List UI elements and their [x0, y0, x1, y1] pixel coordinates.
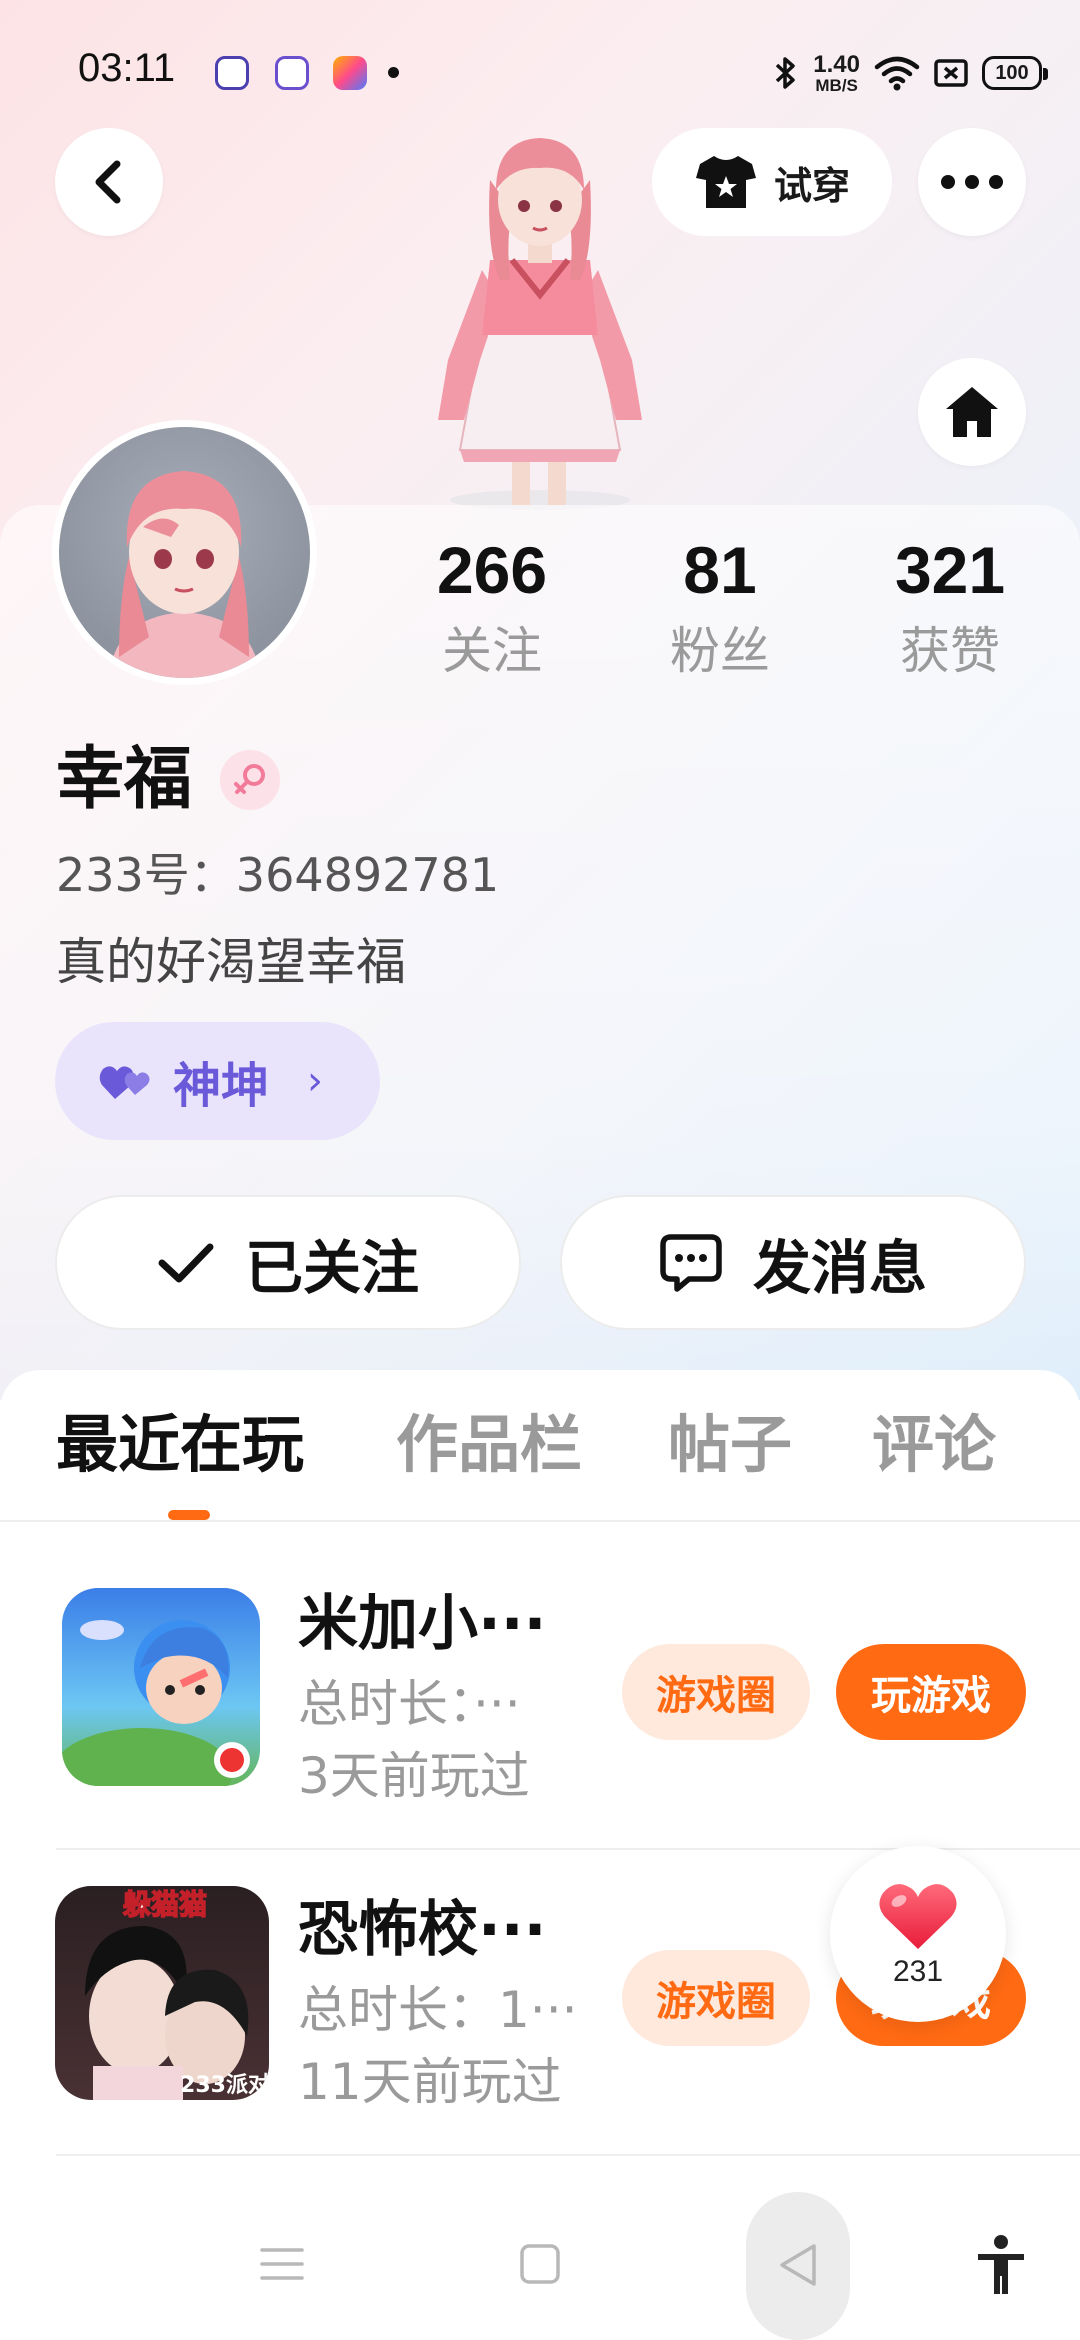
user-id: 233号：364892781 [56, 848, 500, 902]
try-on-label: 试穿 [773, 163, 850, 208]
notification-app-icon [275, 56, 309, 90]
avatar-character-figure [438, 138, 642, 510]
stat-likes[interactable]: 321 获赞 [850, 530, 1050, 686]
chat-bubble-icon [660, 1233, 722, 1292]
send-message-button[interactable]: 发消息 [560, 1195, 1026, 1330]
chevron-right-icon: › [307, 1058, 324, 1104]
home-icon [946, 387, 998, 437]
username: 幸福 [56, 740, 193, 819]
play-game-button[interactable]: 玩游戏 [836, 1644, 1026, 1740]
home-square-icon[interactable] [518, 2242, 562, 2286]
tshirt-star-icon [695, 156, 756, 208]
stat-value: 81 [683, 533, 757, 607]
like-floating-button[interactable]: 231 [830, 1846, 1006, 2022]
game-icon-caption: 233派对 [180, 2073, 269, 2098]
network-speed-unit: MB/S [815, 75, 858, 95]
game-icon-art [62, 1620, 250, 1786]
game-duration: 总时长：1··· [298, 1981, 578, 2039]
female-icon [234, 764, 265, 794]
notification-app-icon [333, 56, 367, 90]
game-circle-button[interactable]: 游戏圈 [622, 1644, 810, 1740]
game-name: 恐怖校··· [298, 1895, 547, 1965]
status-indicators: 1.40 MB/S 100 [773, 48, 1048, 98]
home-button[interactable] [918, 358, 1026, 466]
stat-label: 获赞 [900, 622, 1000, 680]
following-button[interactable]: 已关注 [55, 1195, 521, 1330]
stat-label: 关注 [442, 622, 542, 680]
relationship-tag-label: 神坤 [173, 1058, 270, 1114]
following-label: 已关注 [244, 1233, 419, 1302]
bio: 真的好渴望幸福 [56, 933, 406, 991]
tab-works[interactable]: 作品栏 [396, 1400, 582, 1490]
game-icon-art: 躲猫猫 233派对 [85, 1887, 269, 2100]
game-circle-button[interactable]: 游戏圈 [622, 1950, 810, 2046]
relationship-tag[interactable]: 神坤 › [55, 1022, 380, 1140]
divider [56, 2154, 1080, 2156]
profile-stats: 266 关注 81 粉丝 321 获赞 [0, 530, 1080, 690]
game-last-played: 11天前玩过 [298, 2053, 562, 2111]
tab-comments[interactable]: 评论 [872, 1400, 996, 1490]
game-last-played: 3天前玩过 [298, 1747, 530, 1805]
menu-icon[interactable] [258, 2244, 306, 2284]
wifi-icon [874, 56, 920, 91]
tab-posts[interactable]: 帖子 [668, 1400, 792, 1490]
like-count: 231 [892, 1955, 944, 1988]
game-duration: 总时长：··· [298, 1675, 521, 1733]
more-dots-icon [941, 175, 1003, 189]
chevron-left-icon [95, 160, 121, 204]
more-notifications-dot [388, 67, 399, 78]
network-speed: 1.40 MB/S [813, 50, 860, 95]
game-icon [62, 1588, 260, 1786]
checkmark-icon [158, 1243, 214, 1282]
more-options-button[interactable] [918, 128, 1026, 236]
status-bar: 03:11 1.40 MB/S 100 [0, 0, 1080, 140]
stat-value: 321 [894, 533, 1006, 607]
accessibility-icon[interactable] [974, 2234, 1028, 2296]
stat-following[interactable]: 266 关注 [392, 530, 592, 686]
divider [0, 1520, 1080, 1522]
profile-tabs: 最近在玩 作品栏 帖子 评论 [0, 1400, 1080, 1520]
stat-label: 粉丝 [670, 622, 770, 680]
try-on-button[interactable]: 试穿 [652, 128, 892, 236]
notification-app-icon [215, 56, 249, 90]
double-heart-icon [99, 1066, 150, 1099]
tab-recently-played[interactable]: 最近在玩 [56, 1400, 304, 1490]
back-triangle-icon[interactable] [774, 2240, 822, 2290]
game-list-item[interactable]: 米加小··· 总时长：··· 3天前玩过 游戏圈 玩游戏 [0, 1544, 1080, 1850]
send-message-label: 发消息 [752, 1233, 927, 1302]
gender-badge [220, 750, 280, 810]
game-icon-title: 躲猫猫 [123, 1888, 207, 1921]
bluetooth-icon [776, 57, 796, 89]
game-name: 米加小··· [298, 1589, 547, 1659]
game-icon: 躲猫猫 233派对 [55, 1886, 269, 2100]
stat-followers[interactable]: 81 粉丝 [620, 530, 820, 686]
active-tab-indicator [168, 1510, 210, 1520]
stat-value: 266 [436, 533, 548, 607]
back-button[interactable] [55, 128, 163, 236]
battery-indicator: 100 [982, 56, 1048, 90]
network-speed-value: 1.40 [813, 50, 860, 78]
status-time: 03:11 [78, 46, 176, 90]
sim-blocked-icon [934, 59, 968, 87]
heart-icon [879, 1884, 957, 1949]
